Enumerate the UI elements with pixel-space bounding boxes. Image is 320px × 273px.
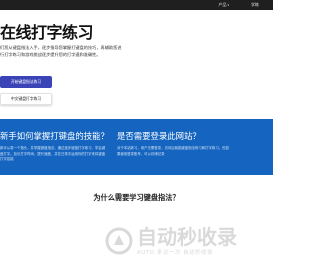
- watermark: 自动秒收录 AUTO 来访一次·自动秒收录: [105, 221, 263, 261]
- hero-title: 在线打字练习: [0, 23, 94, 42]
- nav-learn[interactable]: 学练: [251, 2, 259, 8]
- watermark-subtext: AUTO 来访一次·自动秒收录: [137, 250, 214, 256]
- hero-description: 们您从键盘指法入手，逐步指导您掌握打键盘的技巧，再辅助您进行打字练习和游戏挑战逐…: [0, 45, 122, 57]
- nav-products[interactable]: 产品 ▾: [218, 2, 229, 8]
- faq-question: 新手如何掌握打键盘的技能？: [0, 131, 109, 141]
- nav-products-label: 产品: [218, 2, 227, 7]
- top-navbar: 产品 ▾ 学练: [0, 0, 273, 10]
- watermark-text: 自动秒收录: [137, 225, 237, 249]
- watermark-logo-icon: [105, 227, 133, 255]
- faq-question: 是否需要登录此网站？: [117, 131, 201, 141]
- faq-answer: 新手从零一个指头，并掌握键盘指法，通过逐步键盘打字练习，学会键盘打字。加长打字时…: [0, 146, 106, 162]
- faq-band: 新手如何掌握打键盘的技能？ 新手从零一个指头，并掌握键盘指法，通过逐步键盘打字练…: [0, 119, 273, 175]
- nav-learn-label: 学练: [251, 2, 259, 7]
- chevron-down-icon: ▾: [227, 3, 229, 7]
- section-title: 为什么需要学习键盘指法？: [93, 193, 180, 202]
- chinese-typing-practice-button[interactable]: 中文键盘打字练习: [0, 93, 52, 105]
- faq-answer: 对于本站练习，用户无需登录，访问后就能键盘指法练习和打字练习。但如果使用登录账号…: [117, 146, 229, 156]
- start-fingering-practice-button[interactable]: 开始键盘指法练习: [0, 76, 52, 88]
